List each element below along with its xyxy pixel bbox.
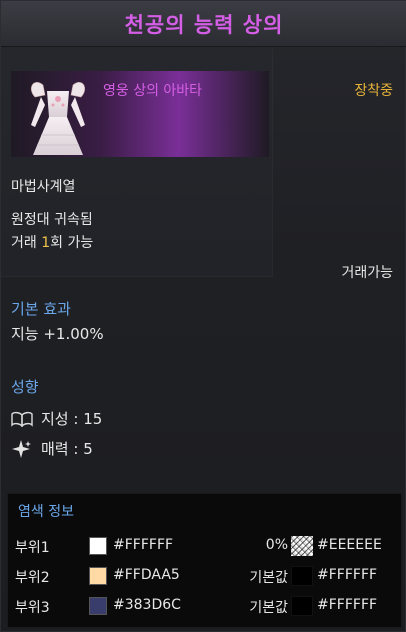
dye-pattern-swatch xyxy=(291,596,313,616)
tendency-title: 성향 xyxy=(11,378,39,396)
book-icon xyxy=(11,410,33,428)
dye-color-hex: #383D6C xyxy=(113,597,181,613)
equipped-status: 장착중 xyxy=(354,83,393,99)
tendency-row-intellect: 지성 : 15 xyxy=(11,408,102,429)
trade-count: 거래 1회 가능 xyxy=(11,232,93,252)
dye-pattern-swatch xyxy=(291,566,313,586)
dye-info-panel: 염색 정보 부위1 #FFFFFF 0% #EEEEEE 부위2 #FFDAA5… xyxy=(7,493,402,628)
dye-row-part3: 부위3 #383D6C 기본값 #FFFFFF xyxy=(8,594,403,618)
item-tooltip: 천공의 능력 상의 영웅 상의 아바타 장착중 마법사계열 원정대 귀속됨 거래… xyxy=(0,0,406,632)
bound-status: 원정대 귀속됨 xyxy=(11,212,93,228)
dye-part-label: 부위1 xyxy=(15,540,50,556)
dye-color-swatch xyxy=(89,537,107,555)
dye-gloss-value: 0% xyxy=(265,537,288,553)
dye-pattern-hex: #FFFFFF xyxy=(317,597,378,613)
tendency-row-charm: 매력 : 5 xyxy=(11,438,93,459)
item-title: 천공의 능력 상의 xyxy=(124,12,284,37)
title-bar: 천공의 능력 상의 xyxy=(1,1,406,47)
dye-pattern-default: 기본값 xyxy=(249,570,288,586)
item-grade-name: 영웅 상의 아바타 xyxy=(103,83,203,99)
trade-count-number: 1 xyxy=(41,235,51,251)
dye-row-part2: 부위2 #FFDAA5 기본값 #FFFFFF xyxy=(8,564,403,588)
dye-pattern-swatch xyxy=(291,536,313,556)
dye-color-swatch xyxy=(89,597,107,615)
basic-effect-value: 지능 +1.00% xyxy=(11,325,104,343)
tendency-charm-label: 매력 : 5 xyxy=(41,440,93,458)
dye-pattern-hex: #FFFFFF xyxy=(317,567,378,583)
trade-prefix: 거래 xyxy=(11,235,42,251)
tendency-intellect-label: 지성 : 15 xyxy=(41,410,103,428)
trade-suffix: 회 가능 xyxy=(50,235,94,251)
dye-row-part1: 부위1 #FFFFFF 0% #EEEEEE xyxy=(8,534,403,558)
dye-part-label: 부위2 xyxy=(15,570,50,586)
basic-effect-title: 기본 효과 xyxy=(11,300,71,318)
dye-pattern-default: 기본값 xyxy=(249,600,288,616)
dye-color-hex: #FFFFFF xyxy=(113,537,174,553)
sparkle-icon xyxy=(11,439,33,458)
dye-color-hex: #FFDAA5 xyxy=(113,567,180,583)
costume-dress-icon xyxy=(31,82,85,155)
dye-pattern-hex: #EEEEEE xyxy=(317,537,382,553)
tradable-label: 거래가능 xyxy=(341,265,393,281)
dye-part-label: 부위3 xyxy=(15,600,50,616)
class-restriction: 마법사계열 xyxy=(11,179,76,195)
dye-info-title: 염색 정보 xyxy=(18,504,74,520)
dye-color-swatch xyxy=(89,567,107,585)
